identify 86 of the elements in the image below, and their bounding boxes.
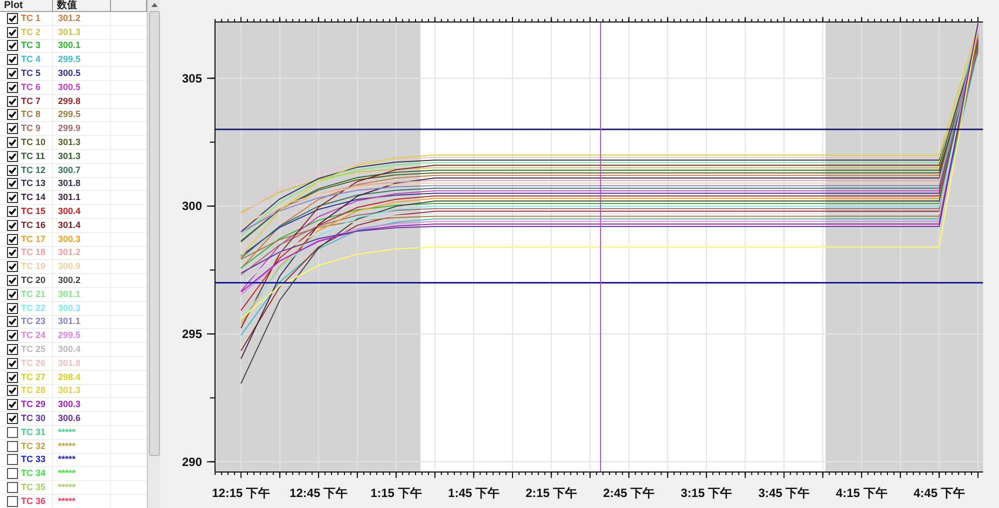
channel-value: 299.5 [58,109,81,120]
channel-value: ***** [58,454,76,466]
channel-name: TC 28 [21,385,46,396]
x-tick-label: 2:45 下午 [603,486,655,500]
x-tick-label: 1:15 下午 [370,486,422,500]
channel-name: TC 11 [21,150,46,162]
x-tick-label: 4:45 下午 [914,486,965,500]
channel-name: TC 20 [21,275,46,286]
channel-value: 300.7 [58,164,81,176]
channel-value: ***** [58,496,76,507]
channel-value: 300.6 [58,413,81,424]
channel-name: TC 12 [21,164,46,176]
channel-name: TC 7 [21,96,41,107]
channel-name: TC 22 [21,302,46,314]
channel-name: TC 14 [21,192,46,204]
channel-value: 301.2 [58,247,81,258]
channel-value: 301.4 [58,220,81,231]
channel-name: TC 4 [21,54,41,66]
channel-name: TC 19 [21,261,46,272]
channel-value: 301.3 [58,150,81,162]
channel-name: TC 8 [21,109,41,120]
channel-value: ***** [58,468,76,480]
channel-name: TC 31 [21,426,46,438]
channel-value: 300.9 [58,261,81,272]
channel-value: 301.1 [58,192,81,204]
channel-value: 301.1 [58,288,81,300]
channel-name: TC 16 [21,220,46,231]
channel-value: 300.3 [58,302,81,314]
channel-value: 299.8 [58,96,81,107]
x-tick-label: 1:45 下午 [448,486,500,500]
channel-name: TC 6 [21,82,41,93]
channel-value: 299.9 [58,123,81,134]
channel-value: 300.1 [58,40,81,52]
channel-name: TC 32 [21,440,46,452]
channel-value: ***** [58,440,76,452]
channel-value: 300.4 [58,206,81,218]
y-tick-label: 290 [182,454,202,469]
channel-value: 300.3 [58,234,81,245]
channel-name: TC 25 [21,344,46,356]
channel-value: 301.2 [58,12,81,24]
channel-value: ***** [58,482,76,493]
channel-value: 300.5 [58,68,81,80]
channel-value: 300.4 [58,344,81,356]
channel-name: TC 10 [21,137,46,148]
channel-name: TC 33 [21,454,46,466]
channel-name: TC 34 [21,468,46,480]
channel-value: 301.3 [58,26,81,38]
x-tick-label: 12:45 下午 [290,486,348,500]
channel-value: ***** [58,426,76,438]
channel-value: 301.1 [58,316,81,328]
y-tick-label: 300 [182,199,202,214]
channel-name: TC 21 [21,288,46,300]
x-tick-label: 2:15 下午 [526,486,577,500]
channel-value: 301.3 [58,137,81,148]
x-tick-label: 4:15 下午 [836,486,888,500]
channel-name: TC 24 [21,330,46,342]
channel-value: 301.8 [58,178,81,190]
channel-name: TC 18 [21,247,46,258]
channel-name: TC 9 [21,123,41,134]
channel-name: TC 5 [21,68,41,80]
channel-name: TC 2 [21,26,41,38]
channel-value: 300.5 [58,82,81,93]
channel-name: TC 15 [21,206,46,218]
channel-name: TC 17 [21,234,46,245]
channel-name: TC 35 [21,482,46,493]
channel-value: 299.5 [58,330,81,342]
channel-name: TC 36 [21,496,46,507]
channel-name: TC 26 [21,358,46,369]
channel-name: TC 30 [21,413,46,424]
y-tick-label: 295 [182,326,202,341]
x-tick-label: 3:15 下午 [680,486,732,500]
channel-name: TC 29 [21,399,46,410]
channel-value: 299.5 [58,54,81,66]
channel-value: 301.3 [58,385,81,396]
channel-name: TC 13 [21,178,46,190]
channel-name: TC 1 [21,12,41,24]
y-tick-label: 305 [182,71,202,86]
channel-value: 301.8 [58,358,81,369]
channel-name: TC 23 [21,316,46,328]
channel-name: TC 27 [21,372,46,383]
channel-value: 300.2 [58,275,81,286]
x-tick-label: 3:45 下午 [758,486,810,500]
channel-value: 300.3 [58,399,81,410]
x-tick-label: 12:15 下午 [212,486,270,500]
channel-name: TC 3 [21,40,41,52]
channel-value: 298.4 [58,372,81,383]
